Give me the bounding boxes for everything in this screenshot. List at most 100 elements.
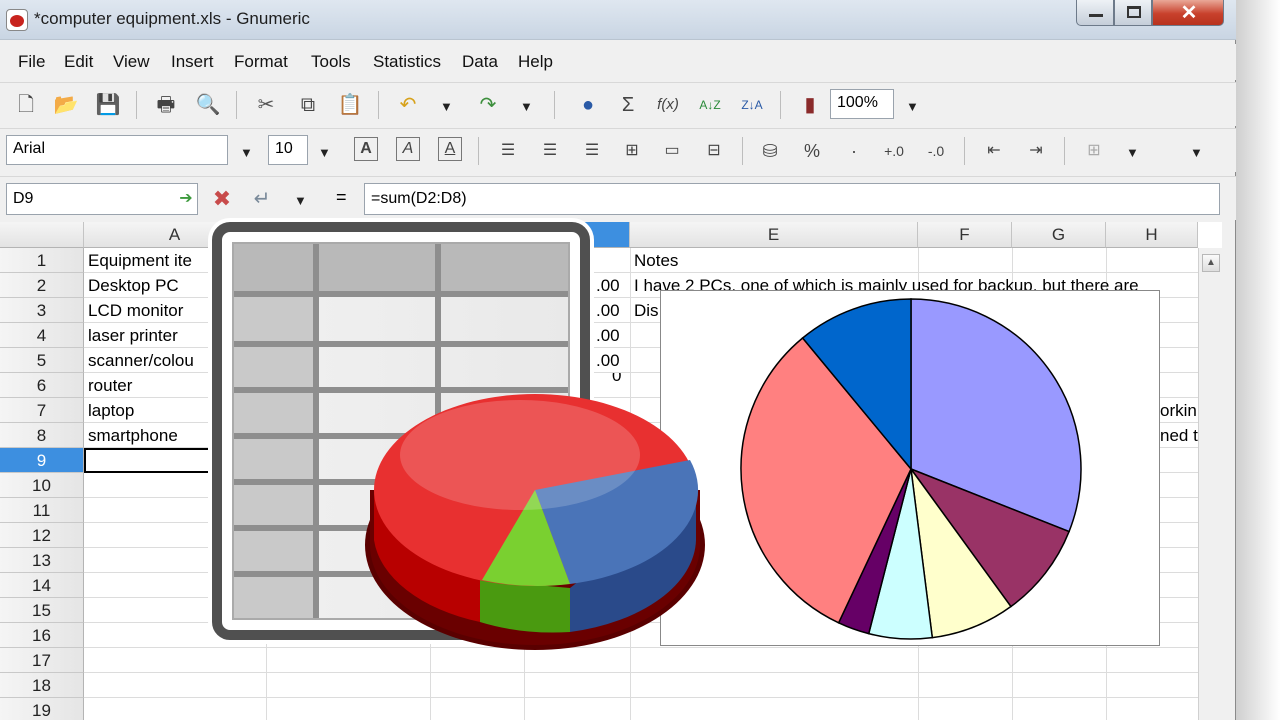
column-header-g[interactable]: G	[1012, 222, 1106, 248]
align-center-icon[interactable]: ☰	[536, 137, 564, 165]
close-button[interactable]: ✕	[1152, 0, 1224, 26]
borders-icon[interactable]: ⊞	[1080, 137, 1108, 165]
maximize-button[interactable]	[1114, 0, 1152, 26]
row-header[interactable]: 6	[0, 373, 84, 398]
center-across-icon[interactable]: ▭	[658, 137, 686, 165]
cancel-edit-icon[interactable]: ✖	[208, 185, 236, 213]
cell-e1[interactable]: Notes	[634, 248, 678, 273]
redo-icon[interactable]: ↷	[474, 91, 502, 119]
align-left-icon[interactable]: ☰	[494, 137, 522, 165]
select-all-corner[interactable]	[0, 222, 84, 248]
row-header[interactable]: 12	[0, 523, 84, 548]
row-header[interactable]: 13	[0, 548, 84, 573]
font-name-combo[interactable]: Arial	[6, 135, 228, 165]
cell-h8-overflow[interactable]: ned t	[1160, 423, 1198, 448]
paste-icon[interactable]: 📋	[336, 91, 364, 119]
sum-icon[interactable]: Σ	[614, 91, 642, 119]
percent-format-icon[interactable]: %	[798, 137, 826, 165]
menu-edit[interactable]: Edit	[64, 52, 93, 72]
insert-chart-icon[interactable]: ▮	[796, 91, 824, 119]
borders-dropdown-icon[interactable]: ▼	[1126, 145, 1139, 160]
split-cells-icon[interactable]: ⊟	[700, 137, 728, 165]
menu-tools[interactable]: Tools	[311, 52, 351, 72]
vertical-scrollbar[interactable]: ▲	[1198, 248, 1222, 720]
font-size-combo[interactable]: 10	[268, 135, 308, 165]
currency-format-icon[interactable]: ⛁	[756, 137, 784, 165]
column-header-h[interactable]: H	[1106, 222, 1198, 248]
cell-a1[interactable]: Equipment ite	[88, 248, 208, 273]
hyperlink-globe-icon[interactable]: ●	[574, 91, 602, 119]
cell-a2[interactable]: Desktop PC	[88, 273, 208, 298]
cell-d4[interactable]: .00	[596, 323, 620, 348]
cell-e3[interactable]: Dis	[634, 298, 659, 323]
undo-dropdown-icon[interactable]: ▼	[440, 99, 453, 114]
gnumeric-app-icon[interactable]	[6, 9, 28, 31]
sort-ascending-icon[interactable]: A↓Z	[696, 91, 724, 119]
equals-sign[interactable]: =	[336, 187, 347, 208]
row-header-selected[interactable]: 9	[0, 448, 84, 473]
menu-data[interactable]: Data	[462, 52, 498, 72]
goto-arrow-icon[interactable]: ➔	[172, 185, 200, 213]
column-header-e[interactable]: E	[630, 222, 918, 248]
font-name-dropdown-icon[interactable]: ▼	[240, 145, 253, 160]
zoom-dropdown-icon[interactable]: ▼	[906, 99, 919, 114]
menu-help[interactable]: Help	[518, 52, 553, 72]
row-header[interactable]: 10	[0, 473, 84, 498]
row-header[interactable]: 18	[0, 673, 84, 698]
menu-file[interactable]: File	[18, 52, 45, 72]
pie-chart-object[interactable]	[660, 290, 1160, 646]
row-header[interactable]: 8	[0, 423, 84, 448]
print-icon[interactable]: 🖶	[152, 91, 180, 119]
cell-h7-overflow[interactable]: orkin	[1160, 398, 1198, 423]
cut-icon[interactable]: ✂	[252, 91, 280, 119]
decrease-indent-icon[interactable]: ⇤	[980, 137, 1008, 165]
row-header[interactable]: 14	[0, 573, 84, 598]
menu-format[interactable]: Format	[234, 52, 288, 72]
row-header[interactable]: 5	[0, 348, 84, 373]
copy-icon[interactable]: ⧉	[294, 91, 322, 119]
row-header[interactable]: 17	[0, 648, 84, 673]
open-folder-icon[interactable]: 📂	[52, 91, 80, 119]
menu-view[interactable]: View	[113, 52, 150, 72]
row-header[interactable]: 7	[0, 398, 84, 423]
decrease-decimals-icon[interactable]: -.0	[922, 137, 950, 165]
cell-a7[interactable]: laptop	[88, 398, 208, 423]
align-right-icon[interactable]: ☰	[578, 137, 606, 165]
row-header[interactable]: 19	[0, 698, 84, 720]
row-header[interactable]: 16	[0, 623, 84, 648]
row-header[interactable]: 15	[0, 598, 84, 623]
row-header[interactable]: 11	[0, 498, 84, 523]
save-icon[interactable]: 💾	[94, 91, 122, 119]
cell-a5[interactable]: scanner/colou	[88, 348, 208, 373]
scroll-up-icon[interactable]: ▲	[1202, 254, 1220, 272]
underline-icon[interactable]: A	[438, 137, 462, 161]
cell-a8[interactable]: smartphone	[88, 423, 208, 448]
cell-a3[interactable]: LCD monitor	[88, 298, 208, 323]
cell-a6[interactable]: router	[88, 373, 208, 398]
row-header[interactable]: 4	[0, 323, 84, 348]
cell-d3[interactable]: .00	[596, 298, 620, 323]
row-header[interactable]: 3	[0, 298, 84, 323]
sort-descending-icon[interactable]: Z↓A	[738, 91, 766, 119]
column-header-f[interactable]: F	[918, 222, 1012, 248]
zoom-combo[interactable]: 100%	[830, 89, 894, 119]
menu-insert[interactable]: Insert	[171, 52, 214, 72]
font-size-dropdown-icon[interactable]: ▼	[318, 145, 331, 160]
print-preview-icon[interactable]: 🔍	[194, 91, 222, 119]
menu-statistics[interactable]: Statistics	[373, 52, 441, 72]
formula-input[interactable]: =sum(D2:D8)	[364, 183, 1220, 215]
toolbar-overflow-icon[interactable]: ▼	[1190, 145, 1203, 160]
undo-icon[interactable]: ↶	[394, 91, 422, 119]
merge-cells-icon[interactable]: ⊞	[618, 137, 646, 165]
redo-dropdown-icon[interactable]: ▼	[520, 99, 533, 114]
new-file-icon[interactable]: 🗋	[12, 91, 40, 119]
cell-reference-box[interactable]: D9	[6, 183, 198, 215]
thousands-separator-icon[interactable]: ·	[840, 137, 868, 165]
function-icon[interactable]: f(x)	[654, 91, 682, 119]
accept-edit-icon[interactable]: ↵	[248, 185, 276, 213]
increase-decimals-icon[interactable]: +.0	[880, 137, 908, 165]
cell-d2[interactable]: .00	[596, 273, 620, 298]
function-dropdown-icon[interactable]: ▼	[294, 193, 307, 208]
row-header[interactable]: 2	[0, 273, 84, 298]
increase-indent-icon[interactable]: ⇥	[1022, 137, 1050, 165]
